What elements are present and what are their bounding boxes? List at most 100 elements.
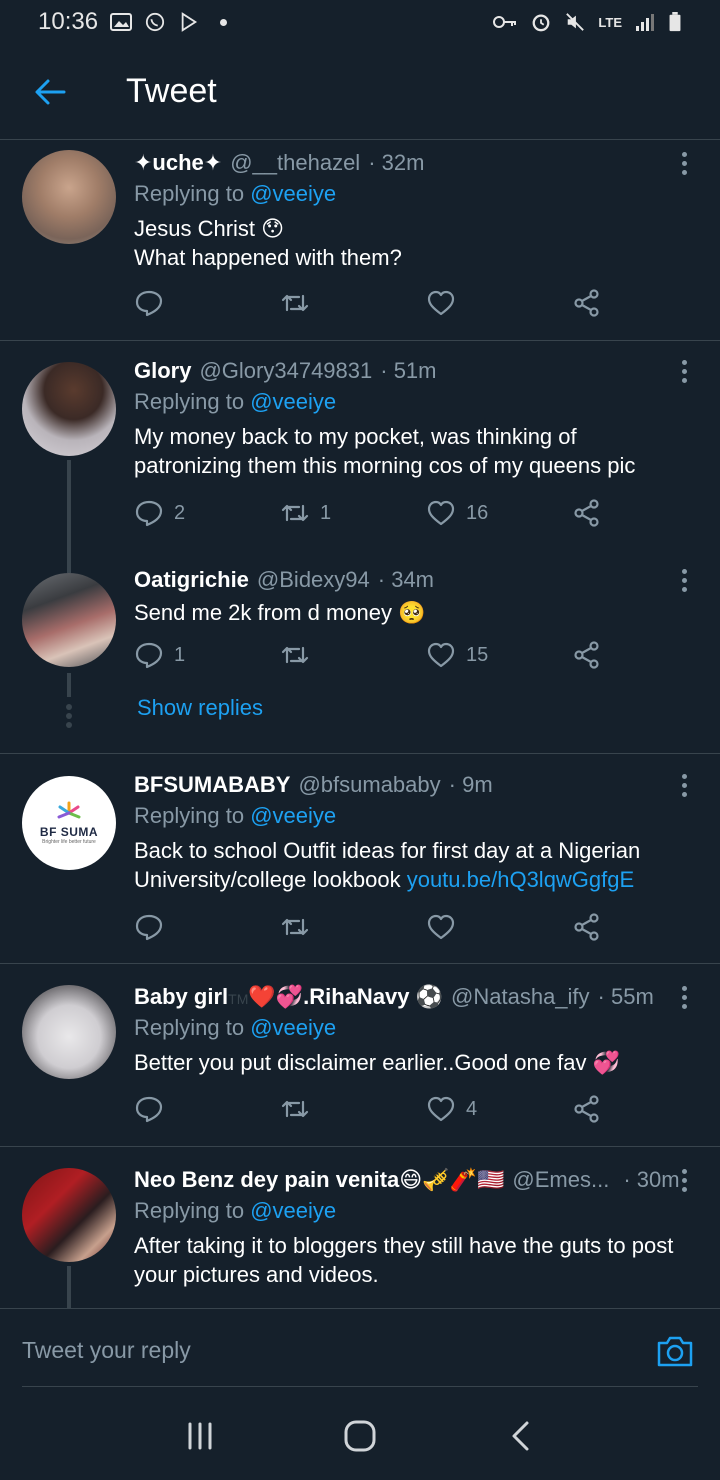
avatar[interactable] <box>22 362 116 456</box>
back-button[interactable] <box>0 44 100 140</box>
share-button[interactable] <box>572 912 602 942</box>
recents-button[interactable] <box>170 1406 230 1466</box>
reply-input[interactable]: Tweet your reply <box>0 1309 630 1393</box>
share-button[interactable] <box>572 1094 602 1124</box>
replying-label: Replying to <box>134 803 245 828</box>
author-handle[interactable]: @__thehazel <box>230 150 360 176</box>
like-icon <box>427 1096 455 1122</box>
more-options-button[interactable] <box>674 1165 694 1195</box>
author-name-suffix: ❤️💞.RihaNavy ⚽ <box>248 984 444 1009</box>
like-icon <box>427 642 455 668</box>
tweet-meta: Baby girlTM❤️💞.RihaNavy ⚽ @Natasha_ify ·… <box>134 982 690 1012</box>
mention-link[interactable]: @veeiye <box>250 1015 336 1040</box>
tweet-text: Send me 2k from d money 🥺 <box>134 600 426 625</box>
like-button[interactable]: 15 <box>426 640 488 670</box>
author-handle[interactable]: @Glory34749831 <box>199 358 372 384</box>
tweet-item[interactable]: BF SUMA Brighter life better future BFSU… <box>0 754 720 964</box>
tweet-actions <box>134 288 614 324</box>
tweet-time: · 30m <box>623 1167 680 1192</box>
show-replies-link[interactable]: Show replies <box>137 695 263 721</box>
tweet-text: Back to school Outfit ideas for first da… <box>134 836 690 894</box>
author-name[interactable]: Neo Benz dey pain venita😄🎺🧨🇺🇸 <box>134 1167 504 1193</box>
replying-label: Replying to <box>134 181 245 206</box>
status-bar: 10:36 LTE <box>0 0 720 44</box>
retweet-button[interactable] <box>280 912 320 942</box>
reply-icon <box>135 1096 163 1123</box>
share-button[interactable] <box>572 288 602 318</box>
avatar[interactable] <box>22 573 116 667</box>
author-name[interactable]: BFSUMABABY <box>134 772 290 798</box>
share-icon <box>574 1095 599 1123</box>
share-button[interactable] <box>572 640 602 670</box>
like-button[interactable] <box>426 288 466 318</box>
retweet-button[interactable] <box>280 288 320 318</box>
more-options-button[interactable] <box>674 565 694 595</box>
more-options-button[interactable] <box>674 770 694 800</box>
like-button[interactable] <box>426 912 466 942</box>
avatar[interactable] <box>22 150 116 244</box>
like-count: 16 <box>466 501 489 524</box>
replying-to: Replying to @veeiye <box>134 181 690 211</box>
retweet-icon <box>281 1100 309 1118</box>
author-handle[interactable]: @Emes... <box>512 1167 609 1193</box>
home-icon <box>344 1420 376 1452</box>
reply-button[interactable] <box>134 1094 174 1124</box>
author-handle[interactable]: @Bidexy94 <box>257 567 370 593</box>
share-icon <box>574 289 599 317</box>
reply-button[interactable] <box>134 288 174 318</box>
tweet-meta: Oatigrichie @Bidexy94 · 34m <box>134 565 690 595</box>
system-nav-bar <box>0 1392 720 1480</box>
reply-button[interactable] <box>134 912 174 942</box>
mention-link[interactable]: @veeiye <box>250 181 336 206</box>
tweet-item[interactable]: Baby girlTM❤️💞.RihaNavy ⚽ @Natasha_ify ·… <box>0 964 720 1147</box>
notification-dot-icon <box>220 18 228 26</box>
author-name[interactable]: Baby girlTM❤️💞.RihaNavy ⚽ <box>134 984 443 1010</box>
author-name[interactable]: Oatigrichie <box>134 567 249 593</box>
reply-button[interactable]: 1 <box>134 640 185 670</box>
retweet-icon <box>281 504 309 522</box>
retweet-icon <box>281 294 309 312</box>
more-options-button[interactable] <box>674 356 694 386</box>
more-options-button[interactable] <box>674 148 694 178</box>
author-handle[interactable]: @bfsumababy <box>298 772 440 798</box>
like-count: 4 <box>466 1097 478 1120</box>
tweet-feed[interactable]: ✦uche✦ @__thehazel · 32m Replying to @ve… <box>0 140 720 1308</box>
avatar[interactable] <box>22 1168 116 1262</box>
like-button[interactable]: 16 <box>426 498 488 528</box>
avatar-tagline: Brighter life better future <box>42 839 96 845</box>
author-name[interactable]: Glory <box>134 358 191 384</box>
tweet-item[interactable]: ✦uche✦ @__thehazel · 32m Replying to @ve… <box>0 140 720 341</box>
replying-to: Replying to @veeiye <box>134 389 690 419</box>
avatar[interactable] <box>22 985 116 1079</box>
share-button[interactable] <box>572 498 602 528</box>
mention-link[interactable]: @veeiye <box>250 1198 336 1223</box>
tweet-actions <box>134 912 614 948</box>
header: Tweet <box>0 44 720 140</box>
retweet-button[interactable] <box>280 640 320 670</box>
camera-icon <box>657 1336 693 1366</box>
retweet-button[interactable]: 1 <box>280 498 331 528</box>
tweet-item[interactable]: Glory @Glory34749831 · 51m Replying to @… <box>0 341 720 549</box>
more-options-button[interactable] <box>674 982 694 1012</box>
tweet-text: After taking it to bloggers they still h… <box>134 1233 674 1287</box>
mention-link[interactable]: @veeiye <box>250 389 336 414</box>
home-button[interactable] <box>330 1406 390 1466</box>
author-handle[interactable]: @Natasha_ify <box>451 984 590 1010</box>
reply-icon <box>135 290 163 317</box>
tweet-item[interactable]: Neo Benz dey pain venita😄🎺🧨🇺🇸 @Emes... ·… <box>0 1147 720 1308</box>
like-count: 15 <box>466 643 489 666</box>
replying-label: Replying to <box>134 389 245 414</box>
author-name[interactable]: ✦uche✦ <box>134 150 222 176</box>
tweet-link[interactable]: youtu.be/hQ3lqwGgfgE <box>407 867 634 892</box>
retweet-button[interactable] <box>280 1094 320 1124</box>
gallery-icon <box>110 13 133 31</box>
tweet-time: · 9m <box>448 772 493 797</box>
reply-button[interactable]: 2 <box>134 498 185 528</box>
mention-link[interactable]: @veeiye <box>250 803 336 828</box>
tweet-actions: 4 <box>134 1094 614 1130</box>
system-back-button[interactable] <box>490 1406 550 1466</box>
camera-button[interactable] <box>630 1309 720 1393</box>
avatar[interactable]: BF SUMA Brighter life better future <box>22 776 116 870</box>
tweet-item[interactable]: Oatigrichie @Bidexy94 · 34m Send me 2k f… <box>0 549 720 754</box>
like-button[interactable]: 4 <box>426 1094 477 1124</box>
